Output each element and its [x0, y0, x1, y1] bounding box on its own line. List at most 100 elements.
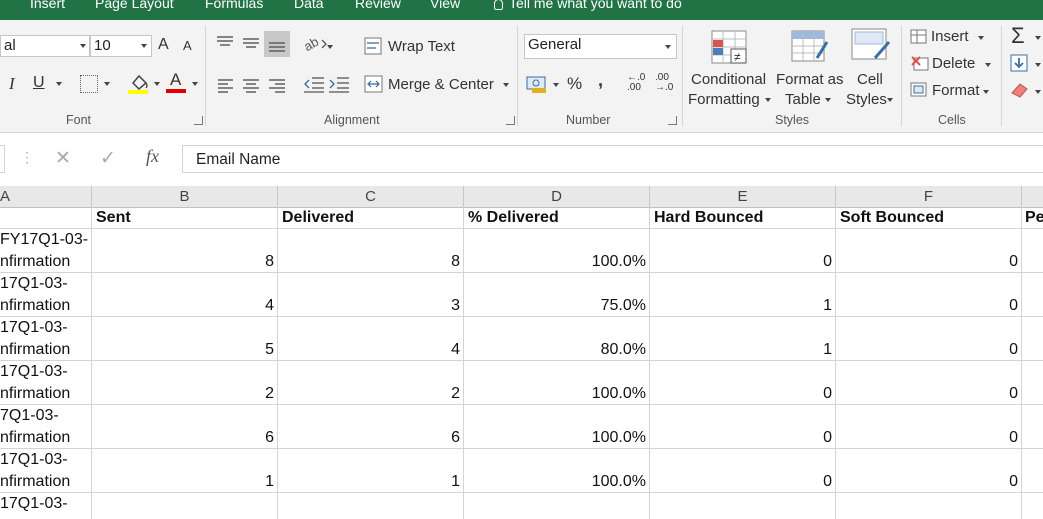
column-header-c[interactable]: C [278, 186, 464, 207]
delivered-cell[interactable]: 8 [282, 253, 460, 271]
hard-bounced-cell[interactable]: 0 [654, 385, 832, 403]
cell-styles-icon[interactable] [851, 28, 891, 69]
format-as-table-icon[interactable] [791, 30, 829, 71]
align-center-icon[interactable] [242, 77, 260, 98]
font-family-select[interactable]: al [0, 35, 90, 57]
hard-bounced-cell[interactable]: 0 [654, 253, 832, 271]
delivered-cell[interactable]: 3 [282, 297, 460, 315]
conditional-formatting-label[interactable]: Conditional [691, 71, 766, 88]
alignment-dialog-launcher-icon[interactable] [506, 116, 515, 125]
font-dialog-launcher-icon[interactable] [194, 116, 203, 125]
email-name-cell-line1[interactable]: 17Q1-03- [0, 363, 68, 381]
grow-font-button[interactable]: A [158, 36, 169, 54]
format-cells-icon[interactable] [910, 82, 928, 103]
align-middle-icon[interactable] [241, 34, 261, 55]
increase-decimal-button[interactable]: ←.0 .00 [627, 73, 647, 93]
pct-delivered-cell[interactable]: 100.0% [468, 385, 646, 403]
header-cell-soft-bounced[interactable]: Soft Bounced [840, 209, 944, 227]
email-name-cell-line1[interactable]: FY17Q1-03- [0, 231, 88, 249]
fill-color-icon[interactable] [128, 72, 152, 99]
cancel-icon[interactable]: ✕ [55, 147, 71, 170]
hard-bounced-cell[interactable]: 0 [654, 429, 832, 447]
delete-cells-button[interactable]: Delete [932, 55, 975, 72]
tab-view[interactable]: View [430, 0, 460, 11]
header-cell-delivered[interactable]: Delivered [282, 209, 354, 227]
soft-bounced-cell[interactable]: 0 [840, 473, 1018, 491]
clear-eraser-icon[interactable] [1010, 81, 1030, 104]
delivered-cell[interactable]: 2 [282, 385, 460, 403]
sent-cell[interactable]: 8 [96, 253, 274, 271]
tab-data[interactable]: Data [294, 0, 324, 11]
number-format-select[interactable]: General [524, 34, 677, 59]
underline-button[interactable]: U [33, 74, 45, 92]
align-right-icon[interactable] [268, 77, 286, 98]
pct-delivered-cell[interactable]: 75.0% [468, 297, 646, 315]
format-cells-button[interactable]: Format [932, 82, 980, 99]
enter-icon[interactable]: ✓ [100, 147, 116, 170]
header-cell-hard-bounced[interactable]: Hard Bounced [654, 209, 763, 227]
name-box[interactable] [0, 145, 5, 173]
delivered-cell[interactable]: 4 [282, 341, 460, 359]
comma-style-button[interactable]: , [598, 70, 603, 91]
soft-bounced-cell[interactable]: 0 [840, 385, 1018, 403]
italic-button[interactable]: I [9, 74, 15, 94]
email-name-cell-line1[interactable]: 17Q1-03- [0, 495, 68, 513]
worksheet-grid[interactable]: Sent Delivered % Delivered Hard Bounced … [0, 207, 1043, 519]
merge-center-icon[interactable] [364, 75, 384, 98]
insert-cells-icon[interactable] [910, 29, 928, 50]
tab-insert[interactable]: Insert [30, 0, 65, 11]
header-cell-pct-delivered[interactable]: % Delivered [468, 209, 559, 227]
format-as-table-label[interactable]: Format as [776, 71, 844, 88]
soft-bounced-cell[interactable]: 0 [840, 253, 1018, 271]
delete-cells-icon[interactable] [910, 55, 930, 78]
column-header-a[interactable]: A [0, 186, 92, 207]
soft-bounced-cell[interactable]: 0 [840, 297, 1018, 315]
align-left-icon[interactable] [217, 77, 235, 98]
percent-style-button[interactable]: % [567, 74, 582, 94]
email-name-cell-line2[interactable]: nfirmation [0, 341, 70, 359]
decrease-indent-icon[interactable] [303, 76, 325, 99]
email-name-cell-line1[interactable]: 17Q1-03- [0, 319, 68, 337]
font-color-button[interactable]: A [166, 70, 188, 94]
tab-page-layout[interactable]: Page Layout [95, 0, 174, 11]
email-name-cell-line2[interactable]: nfirmation [0, 385, 70, 403]
formula-input[interactable]: Email Name [182, 145, 1043, 173]
soft-bounced-cell[interactable]: 0 [840, 341, 1018, 359]
wrap-text-button[interactable]: Wrap Text [388, 38, 455, 55]
delivered-cell[interactable]: 6 [282, 429, 460, 447]
pct-delivered-cell[interactable]: 80.0% [468, 341, 646, 359]
email-name-cell-line1[interactable]: 7Q1-03- [0, 407, 59, 425]
column-header-b[interactable]: B [92, 186, 278, 207]
pct-delivered-cell[interactable]: 100.0% [468, 429, 646, 447]
sent-cell[interactable]: 5 [96, 341, 274, 359]
sent-cell[interactable]: 2 [96, 385, 274, 403]
pct-delivered-cell[interactable]: 100.0% [468, 253, 646, 271]
conditional-formatting-icon[interactable]: ≠ [711, 30, 749, 71]
cell-label[interactable]: Cell [857, 71, 883, 88]
sent-cell[interactable]: 6 [96, 429, 274, 447]
hard-bounced-cell[interactable]: 1 [654, 341, 832, 359]
sent-cell[interactable]: 1 [96, 473, 274, 491]
column-header-f[interactable]: F [836, 186, 1022, 207]
number-dialog-launcher-icon[interactable] [668, 116, 677, 125]
hard-bounced-cell[interactable]: 1 [654, 297, 832, 315]
tab-formulas[interactable]: Formulas [205, 0, 263, 11]
align-top-icon[interactable] [215, 34, 235, 55]
delivered-cell[interactable]: 1 [282, 473, 460, 491]
email-name-cell-line2[interactable]: nfirmation [0, 429, 70, 447]
accounting-format-icon[interactable] [526, 74, 550, 99]
header-cell-sent[interactable]: Sent [96, 209, 131, 227]
fill-down-icon[interactable] [1010, 54, 1030, 79]
soft-bounced-cell[interactable]: 0 [840, 429, 1018, 447]
increase-indent-icon[interactable] [328, 76, 350, 99]
column-header-d[interactable]: D [464, 186, 650, 207]
cell-styles-label[interactable]: Styles [846, 91, 887, 108]
borders-icon[interactable] [80, 75, 98, 93]
tab-review[interactable]: Review [355, 0, 401, 11]
column-header-e[interactable]: E [650, 186, 836, 207]
hard-bounced-cell[interactable]: 0 [654, 473, 832, 491]
pct-delivered-cell[interactable]: 100.0% [468, 473, 646, 491]
email-name-cell-line2[interactable]: nfirmation [0, 253, 70, 271]
email-name-cell-line1[interactable]: 17Q1-03- [0, 275, 68, 293]
wrap-text-icon[interactable] [364, 37, 384, 60]
